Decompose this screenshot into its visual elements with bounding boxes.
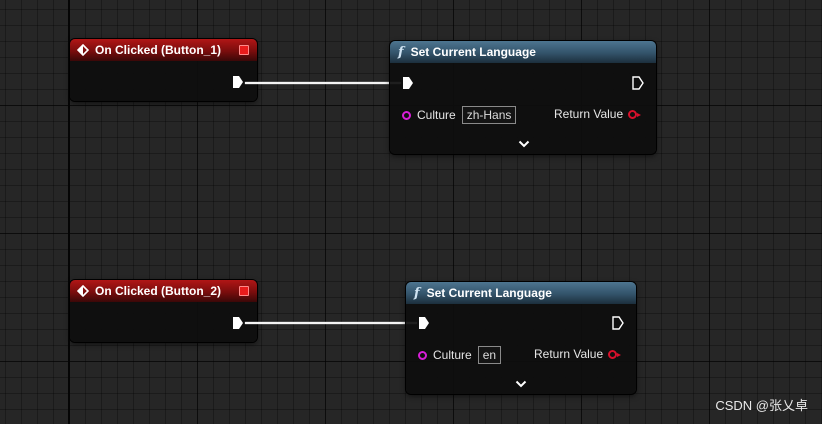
culture-pin-label: Culture [417, 108, 456, 122]
bool-pin-icon[interactable] [628, 109, 642, 119]
event-node-button-2[interactable]: On Clicked (Button_2) [70, 280, 257, 342]
exec-input-pin[interactable] [418, 316, 430, 330]
delegate-output-pin[interactable] [239, 45, 249, 55]
event-icon [77, 285, 89, 297]
culture-input[interactable]: zh-Hans [461, 106, 517, 124]
culture-input[interactable]: en [477, 346, 502, 364]
function-node-title: Set Current Language [426, 286, 552, 300]
watermark: CSDN @张乂卓 [715, 398, 808, 413]
exec-output-pin[interactable] [632, 76, 644, 90]
return-value-label: Return Value [554, 107, 624, 121]
event-node-button-1[interactable]: On Clicked (Button_1) [70, 39, 257, 101]
function-node-header[interactable]: f Set Current Language [406, 282, 636, 304]
delegate-output-pin[interactable] [239, 286, 249, 296]
exec-output-pin[interactable] [232, 75, 244, 89]
exec-input-pin[interactable] [402, 76, 414, 90]
return-value-row[interactable]: Return Value [534, 347, 622, 361]
function-node-title: Set Current Language [410, 45, 536, 59]
exec-output-pin[interactable] [232, 316, 244, 330]
exec-wire-2[interactable] [245, 322, 417, 324]
culture-input-row[interactable]: Culture zh-Hans [402, 106, 517, 124]
function-node-header[interactable]: f Set Current Language [390, 41, 656, 63]
bool-pin-icon[interactable] [608, 349, 622, 359]
function-icon: f [398, 44, 404, 60]
culture-input-row[interactable]: Culture en [418, 346, 502, 364]
event-node-header[interactable]: On Clicked (Button_1) [70, 39, 257, 61]
string-pin-icon[interactable] [418, 350, 427, 360]
exec-wire-1[interactable] [245, 82, 401, 84]
string-pin-icon[interactable] [402, 110, 411, 120]
return-value-row[interactable]: Return Value [554, 107, 642, 121]
event-icon [77, 44, 89, 56]
chevron-down-icon[interactable] [518, 140, 530, 148]
chevron-down-icon[interactable] [515, 380, 527, 388]
event-node-header[interactable]: On Clicked (Button_2) [70, 280, 257, 302]
function-node-set-language-1[interactable]: f Set Current Language Culture zh-Hans R… [390, 41, 656, 154]
function-icon: f [414, 285, 420, 301]
event-node-title: On Clicked (Button_2) [95, 284, 222, 298]
exec-output-pin[interactable] [612, 316, 624, 330]
culture-pin-label: Culture [433, 348, 472, 362]
event-node-title: On Clicked (Button_1) [95, 43, 222, 57]
function-node-set-language-2[interactable]: f Set Current Language Culture en Return… [406, 282, 636, 394]
return-value-label: Return Value [534, 347, 604, 361]
